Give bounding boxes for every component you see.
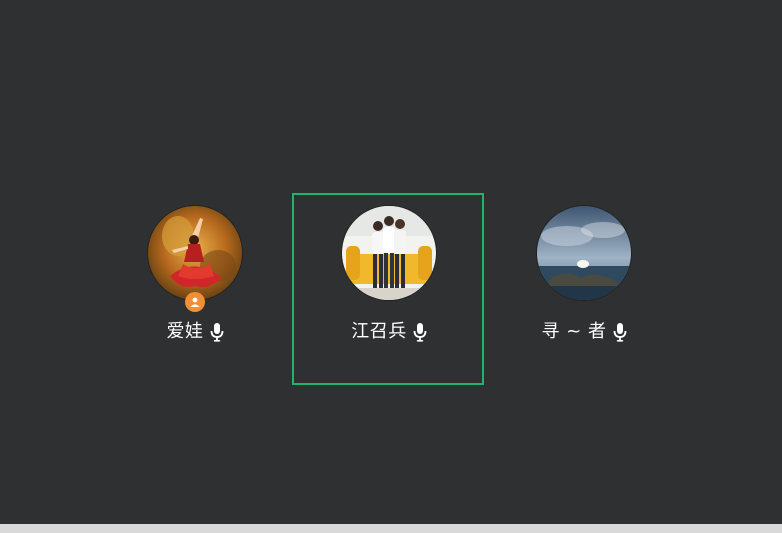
family-photo-avatar: [342, 206, 436, 300]
bottom-edge-strip: [0, 524, 782, 533]
participant-avatar[interactable]: [148, 206, 242, 300]
seascape-photo-avatar: [537, 206, 631, 300]
microphone-icon[interactable]: [210, 322, 224, 342]
participant-label: 寻 ~ 者: [487, 318, 681, 346]
person-icon: [190, 297, 200, 307]
participant-tile-2[interactable]: 江召兵: [292, 0, 486, 533]
participant-tile-1[interactable]: 爱娃: [98, 0, 292, 533]
host-badge: [185, 292, 205, 312]
participant-label: 爱娃: [98, 318, 292, 346]
participant-name: 爱娃: [166, 321, 204, 342]
participant-avatar[interactable]: [342, 206, 436, 300]
microphone-icon[interactable]: [413, 322, 427, 342]
dancer-photo-avatar: [148, 206, 242, 300]
microphone-icon[interactable]: [613, 322, 627, 342]
participant-name: 江召兵: [351, 321, 407, 342]
participant-name: 寻 ~ 者: [541, 321, 607, 342]
participant-tile-3[interactable]: 寻 ~ 者: [487, 0, 681, 533]
participant-avatar[interactable]: [537, 206, 631, 300]
participant-label: 江召兵: [292, 318, 486, 346]
